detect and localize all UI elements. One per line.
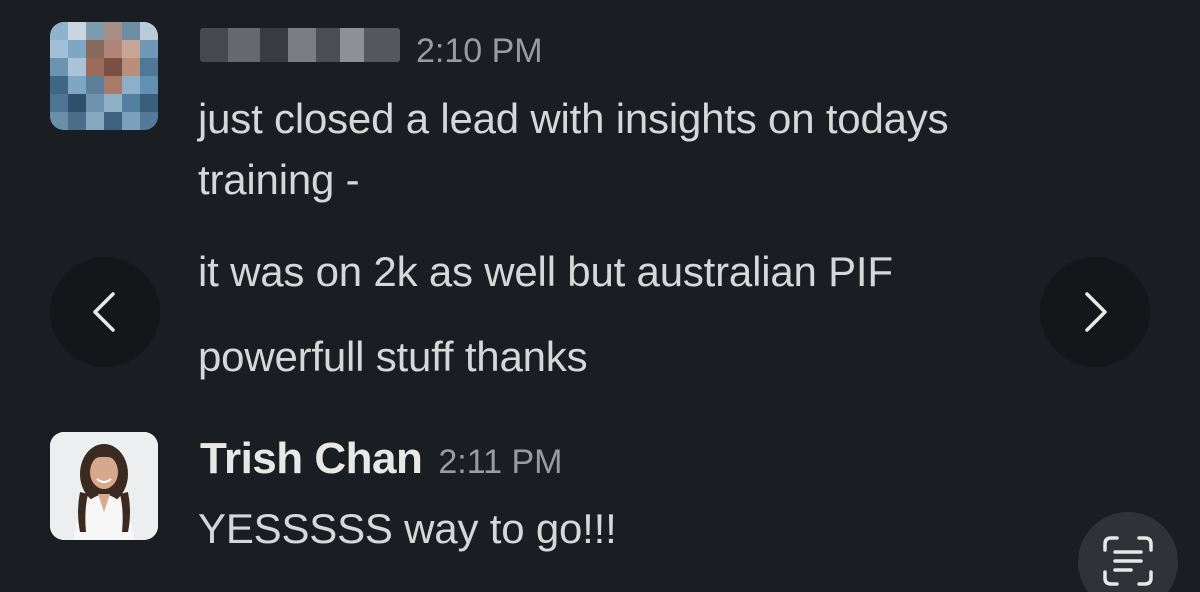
message-line: just closed a lead with insights on toda… [198, 95, 949, 142]
timestamp[interactable]: 2:11 PM [438, 443, 562, 482]
chevron-left-icon [93, 292, 115, 332]
message-1: 2:10 PM just closed a lead with insights… [0, 0, 1200, 400]
author-name-obscured[interactable] [200, 28, 400, 62]
author-name[interactable]: Trish Chan [200, 434, 423, 484]
message-line: YESSSSS way to go!!! [198, 505, 617, 552]
avatar-pixelated[interactable] [50, 22, 158, 130]
previous-button[interactable] [50, 257, 160, 367]
chevron-right-icon [1085, 292, 1107, 332]
message-line: powerfull stuff thanks [198, 333, 588, 380]
message-2: Trish Chan 2:11 PM YESSSSS way to go!!! [0, 400, 1200, 592]
timestamp[interactable]: 2:10 PM [416, 32, 543, 71]
avatar-trish-chan[interactable] [50, 432, 158, 540]
user-photo-icon [50, 432, 158, 540]
message-line: training - [198, 156, 360, 203]
chat-viewer: 2:10 PM just closed a lead with insights… [0, 0, 1200, 592]
pixelated-avatar-image [50, 22, 158, 130]
message-header: Trish Chan 2:11 PM [200, 434, 562, 484]
live-text-scan-icon [1103, 536, 1153, 586]
message-line: it was on 2k as well but australian PIF [198, 248, 893, 295]
message-header: 2:10 PM [200, 28, 543, 71]
next-button[interactable] [1040, 257, 1150, 367]
